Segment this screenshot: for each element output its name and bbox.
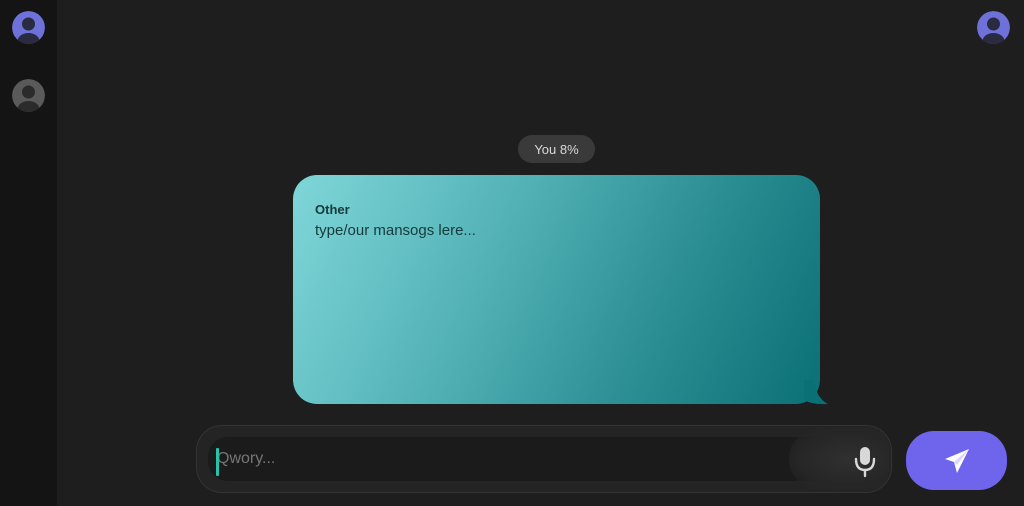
contact-avatar-icon[interactable] xyxy=(12,79,45,112)
message-input[interactable] xyxy=(208,437,864,481)
airplane-send-icon xyxy=(944,448,969,473)
profile-avatar-icon[interactable] xyxy=(977,11,1010,44)
text-caret xyxy=(216,448,219,476)
message-bubble: Other type/our mansogs lere... xyxy=(293,175,820,404)
send-button[interactable] xyxy=(906,431,1007,490)
message-text: type/our mansogs lere... xyxy=(315,222,476,239)
self-avatar-icon[interactable] xyxy=(12,11,45,44)
sidebar xyxy=(0,0,57,506)
message-composer xyxy=(196,425,892,493)
bubble-tail xyxy=(804,380,828,405)
microphone-icon[interactable] xyxy=(853,446,877,478)
timestamp-chip: You 8% xyxy=(518,135,595,163)
message-sender: Other xyxy=(315,202,350,217)
